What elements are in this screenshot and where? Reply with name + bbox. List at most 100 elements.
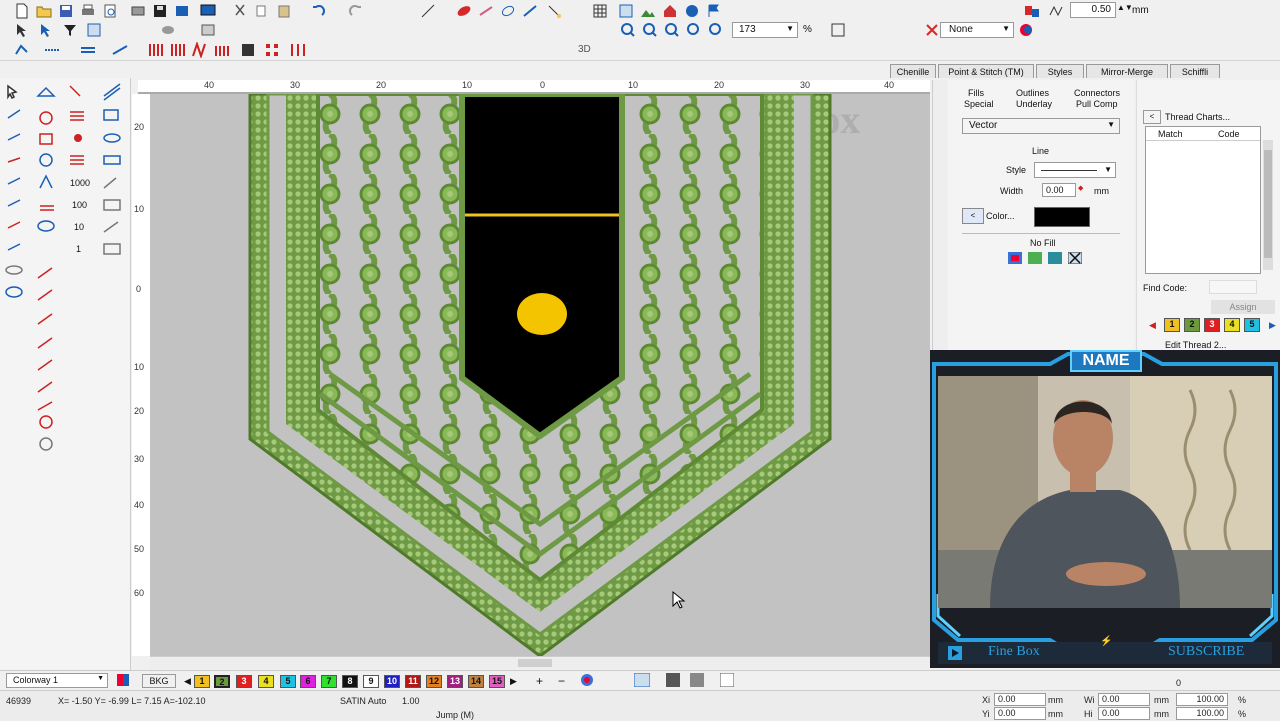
- redo-icon[interactable]: [348, 3, 364, 19]
- pattern-stitch-icon-5[interactable]: [240, 42, 256, 58]
- color-chip[interactable]: 7: [321, 675, 337, 688]
- subtab-underlay[interactable]: Underlay: [1016, 99, 1052, 109]
- run-stitch-icon[interactable]: [44, 42, 60, 58]
- color-chip[interactable]: 8: [342, 675, 358, 688]
- color-chip[interactable]: 15: [489, 675, 505, 688]
- monitor-icon[interactable]: [200, 3, 216, 19]
- tab-styles[interactable]: Styles: [1036, 64, 1084, 78]
- zoom-in-icon[interactable]: [620, 22, 636, 38]
- hp-input[interactable]: 100.00: [1176, 707, 1228, 720]
- fill-stitch-icon[interactable]: [112, 42, 128, 58]
- zoom-box-icon[interactable]: [664, 22, 680, 38]
- thread-chip[interactable]: 2: [1184, 318, 1200, 332]
- wp-input[interactable]: 100.00: [1176, 693, 1228, 706]
- thread-list-icon[interactable]: [634, 673, 650, 687]
- subscribe-label[interactable]: SUBSCRIBE: [1168, 644, 1244, 660]
- find-code-input[interactable]: [1209, 280, 1257, 294]
- color-chip[interactable]: 1: [194, 675, 210, 688]
- line-style-select[interactable]: ▼: [1034, 162, 1116, 178]
- thread-chip[interactable]: 5: [1244, 318, 1260, 332]
- shape-tool-2-icon[interactable]: [478, 3, 494, 19]
- assign-button[interactable]: Assign: [1211, 300, 1275, 314]
- globe-icon[interactable]: [684, 3, 700, 19]
- stitch-length-icon[interactable]: [1048, 3, 1064, 19]
- subtab-special[interactable]: Special: [964, 99, 994, 109]
- colorway-select[interactable]: Colorway 1 ▼: [6, 673, 108, 688]
- colorway-palette-icon[interactable]: [116, 673, 130, 687]
- satin-stitch-icon[interactable]: [80, 42, 96, 58]
- zoom-out-icon[interactable]: [642, 22, 658, 38]
- color-chip[interactable]: 11: [405, 675, 421, 688]
- thread-chip[interactable]: 3: [1204, 318, 1220, 332]
- pattern-stitch-icon-4[interactable]: [214, 42, 230, 58]
- picture-icon[interactable]: [690, 673, 704, 687]
- shape-tool-3-icon[interactable]: [500, 3, 516, 19]
- cut-icon[interactable]: [232, 3, 248, 19]
- print-icon[interactable]: [80, 3, 96, 19]
- color-chip[interactable]: 14: [468, 675, 484, 688]
- close-red-x-icon[interactable]: [924, 22, 940, 38]
- pattern-stitch-icon-3[interactable]: [192, 42, 208, 58]
- scale-icon[interactable]: [830, 22, 846, 38]
- subtab-outlines[interactable]: Outlines: [1016, 88, 1049, 98]
- color-chip[interactable]: 3: [236, 675, 252, 688]
- machine-icon[interactable]: [130, 3, 146, 19]
- thread-list-scrollbar[interactable]: [1263, 140, 1273, 270]
- wi-input[interactable]: 0.00: [1098, 693, 1150, 706]
- copy-icon[interactable]: [254, 3, 270, 19]
- subtab-fills[interactable]: Fills: [968, 88, 984, 98]
- disk-icon[interactable]: [152, 3, 168, 19]
- color-chip[interactable]: 12: [426, 675, 442, 688]
- funnel-icon[interactable]: [62, 22, 78, 38]
- edit-thread-label[interactable]: Edit Thread 2...: [1165, 340, 1226, 350]
- width-spinner[interactable]: ◆: [1078, 184, 1083, 192]
- color-wheel-icon[interactable]: [580, 673, 594, 687]
- width-input[interactable]: 0.00: [1042, 183, 1076, 197]
- node-edit-icon[interactable]: [160, 22, 176, 38]
- zoom-1to1-icon[interactable]: [686, 22, 702, 38]
- shape-tool-5-icon[interactable]: [546, 3, 562, 19]
- undo-icon[interactable]: [310, 3, 326, 19]
- no-fill-x-icon[interactable]: [1068, 252, 1082, 264]
- embroidery-design[interactable]: [150, 94, 930, 656]
- type-select[interactable]: Vector ▼: [962, 118, 1120, 134]
- thread-list[interactable]: Match Code: [1145, 126, 1261, 274]
- select-arrow-icon[interactable]: [14, 22, 30, 38]
- color-chip[interactable]: 6: [300, 675, 316, 688]
- manual-digitize-icon[interactable]: [14, 42, 30, 58]
- reshape-icon[interactable]: [86, 22, 102, 38]
- color-swatch[interactable]: [1034, 207, 1090, 227]
- fill-teal-icon[interactable]: [1048, 252, 1062, 264]
- color-chip[interactable]: 2: [214, 675, 230, 688]
- col-code[interactable]: Code: [1218, 129, 1240, 139]
- color-chip[interactable]: 10: [384, 675, 400, 688]
- stitch-player-icon[interactable]: [200, 22, 216, 38]
- palette-icon[interactable]: [1018, 22, 1034, 38]
- colors-next-arrow[interactable]: ▶: [510, 676, 517, 687]
- zoom-fit-icon[interactable]: [618, 3, 634, 19]
- tab-schiffli[interactable]: Schiffli: [1170, 64, 1220, 78]
- remove-color-icon[interactable]: −: [558, 674, 565, 688]
- zoom-select[interactable]: 173 ▼: [732, 22, 798, 38]
- thread-charts-title[interactable]: Thread Charts...: [1165, 112, 1230, 122]
- stitch-edit-icon[interactable]: [420, 3, 436, 19]
- hscroll-thumb[interactable]: [518, 659, 552, 667]
- chip-prev-arrow[interactable]: ◀: [1149, 320, 1156, 331]
- pointer-edit-icon[interactable]: [38, 22, 54, 38]
- tab-chenille[interactable]: Chenille: [890, 64, 936, 78]
- label-3d[interactable]: 3D: [578, 44, 591, 55]
- design-canvas[interactable]: Fine Box: [150, 94, 930, 656]
- fill-green-icon[interactable]: [1028, 252, 1042, 264]
- color-swatch-icon[interactable]: [1024, 3, 1040, 19]
- xi-input[interactable]: 0.00: [994, 693, 1046, 706]
- thread-back-button[interactable]: <: [1143, 110, 1161, 124]
- color-chip[interactable]: 4: [258, 675, 274, 688]
- add-color-icon[interactable]: +: [536, 674, 543, 688]
- pattern-stitch-icon-1[interactable]: [148, 42, 164, 58]
- fill-swatch-icon[interactable]: [1008, 252, 1022, 264]
- stitch-length-input[interactable]: 0.50: [1070, 2, 1116, 18]
- color-back-button[interactable]: <: [962, 208, 984, 224]
- red-shape-icon[interactable]: [456, 3, 472, 19]
- card-icon[interactable]: [174, 3, 190, 19]
- flag-icon[interactable]: [706, 3, 722, 19]
